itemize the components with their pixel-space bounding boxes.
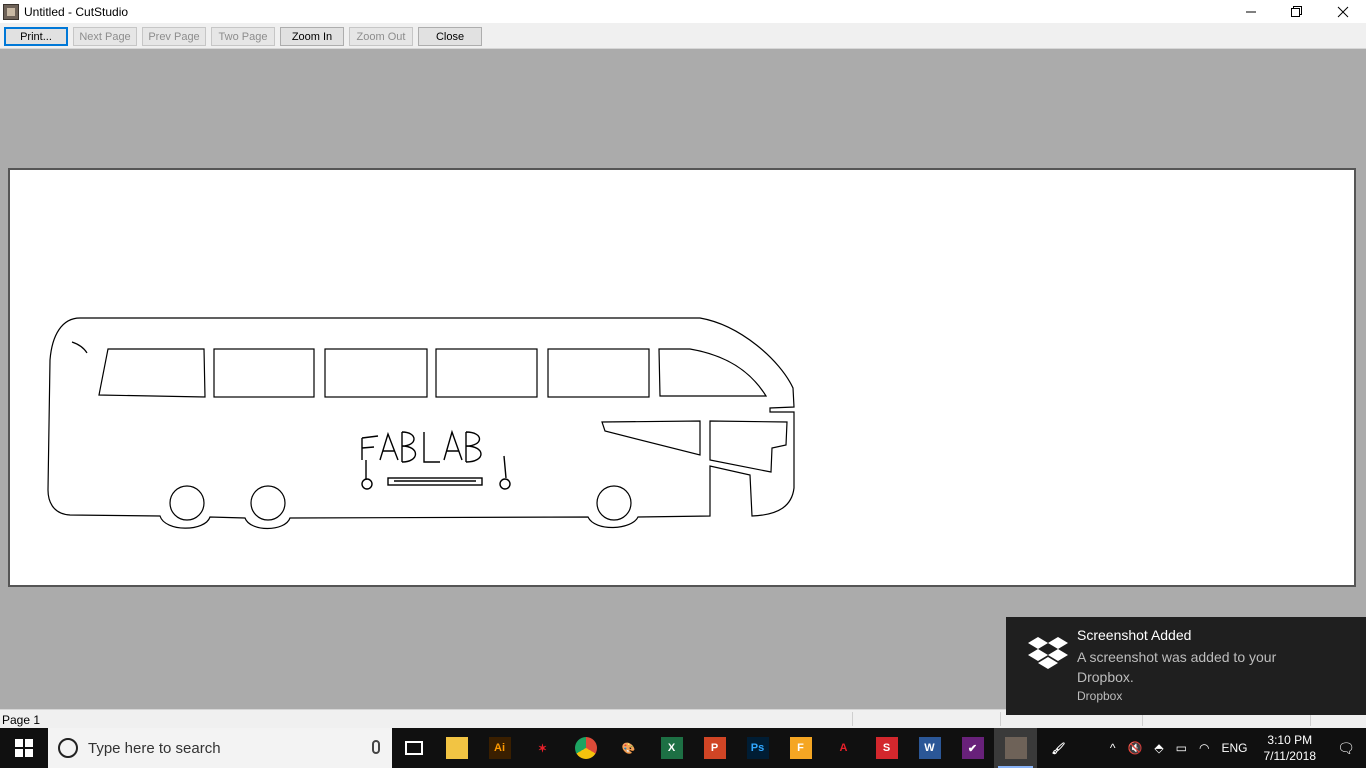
powerpoint-icon: P [703, 737, 726, 759]
paint-icon: 🎨 [617, 737, 640, 759]
window-controls [1228, 0, 1366, 23]
illustrator-icon: Ai [488, 737, 511, 759]
window-5 [547, 348, 650, 398]
window-6-front [658, 348, 768, 397]
visual-studio-taskbar-button[interactable]: ✔ [951, 728, 994, 768]
window-1 [98, 348, 206, 398]
chrome-taskbar-button[interactable] [564, 728, 607, 768]
search-placeholder: Type here to search [88, 739, 221, 757]
cutstudio-taskbar-button[interactable] [994, 728, 1037, 768]
clock[interactable]: 3:10 PM 7/11/2018 [1254, 732, 1327, 764]
wheel-3 [596, 485, 632, 521]
front-mirror-mark [71, 341, 88, 354]
cortana-icon [58, 738, 78, 758]
taskbar: Type here to search Ai ✶ 🎨 X P Ps F A S W ✔ 🖌 ^ 🔇 ⬘… [0, 728, 1366, 768]
powerpoint-taskbar-button[interactable]: P [693, 728, 736, 768]
page-indicator: Page 1 [2, 713, 41, 727]
zoom-out-button[interactable]: Zoom Out [349, 27, 413, 46]
fusion-taskbar-button[interactable]: F [779, 728, 822, 768]
restore-icon [1291, 5, 1302, 17]
chrome-icon [574, 737, 597, 759]
taskbar-apps: Ai ✶ 🎨 X P Ps F A S W ✔ 🖌 [392, 728, 1080, 768]
clock-time: 3:10 PM [1267, 733, 1313, 747]
start-button[interactable] [0, 728, 48, 768]
paint-taskbar-button[interactable]: 🎨 [607, 728, 650, 768]
file-explorer-icon [445, 737, 468, 759]
show-hidden-icons-chevron-icon[interactable]: ^ [1104, 741, 1122, 755]
excel-taskbar-button[interactable]: X [650, 728, 693, 768]
photoshop-taskbar-button[interactable]: Ps [736, 728, 779, 768]
word-taskbar-button[interactable]: W [908, 728, 951, 768]
windows-logo-icon [15, 739, 33, 757]
print-button[interactable]: Print... [4, 27, 68, 46]
microphone-icon[interactable] [372, 740, 380, 754]
sketchup-icon: S [875, 737, 898, 759]
prev-page-button[interactable]: Prev Page [142, 27, 206, 46]
print-preview-area[interactable] [0, 50, 1366, 709]
flame-app-icon: ✶ [531, 737, 554, 759]
fablab-logo [361, 429, 511, 490]
toast-title: Screenshot Added [1077, 627, 1192, 643]
status-separator [852, 712, 853, 726]
photoshop-icon: Ps [746, 737, 769, 759]
minimize-button[interactable] [1228, 0, 1274, 23]
language-indicator[interactable]: ENG [1215, 741, 1253, 755]
front-door-window [709, 420, 788, 473]
illustrator-taskbar-button[interactable]: Ai [478, 728, 521, 768]
file-explorer-taskbar-button[interactable] [435, 728, 478, 768]
visual-studio-icon: ✔ [961, 737, 984, 759]
clock-date: 7/11/2018 [1263, 749, 1317, 763]
bus-outline-drawing [47, 317, 795, 529]
dropbox-tray-icon[interactable]: ⬘ [1148, 741, 1169, 755]
sketchup-taskbar-button[interactable]: S [865, 728, 908, 768]
close-preview-button[interactable]: Close [418, 27, 482, 46]
flame-app-taskbar-button[interactable]: ✶ [521, 728, 564, 768]
restore-button[interactable] [1274, 0, 1320, 23]
battery-icon[interactable]: ▭ [1170, 741, 1193, 755]
two-page-button[interactable]: Two Page [211, 27, 275, 46]
preview-page [8, 168, 1356, 587]
acrobat-icon: A [832, 737, 855, 759]
task-view-icon [404, 741, 423, 755]
paint-brush-taskbar-button[interactable]: 🖌 [1037, 728, 1080, 768]
wheel-2 [250, 485, 286, 521]
side-window-angled [601, 420, 701, 456]
wifi-icon[interactable]: ◠ [1193, 741, 1215, 755]
toast-body: A screenshot was added to your Dropbox. [1077, 649, 1277, 685]
volume-icon[interactable]: 🔇 [1121, 741, 1148, 755]
paint-brush-icon: 🖌 [1047, 737, 1070, 759]
dropbox-notification-toast[interactable]: Screenshot Added A screenshot was added … [1006, 617, 1366, 715]
dropbox-icon [1028, 637, 1068, 669]
title-bar: Untitled - CutStudio [0, 0, 1366, 23]
wheel-1 [169, 485, 205, 521]
system-tray: ^ 🔇 ⬘ ▭ ◠ ENG 3:10 PM 7/11/2018 🗨 [1104, 728, 1366, 768]
close-icon [1337, 6, 1349, 17]
word-icon: W [918, 737, 941, 759]
close-window-button[interactable] [1320, 0, 1366, 23]
toolbar: Print... Next Page Prev Page Two Page Zo… [0, 23, 1366, 49]
taskbar-search[interactable]: Type here to search [48, 728, 392, 768]
window-3 [324, 348, 428, 398]
zoom-in-button[interactable]: Zoom In [280, 27, 344, 46]
window-2 [213, 348, 315, 398]
cutstudio-app-icon [3, 3, 19, 20]
acrobat-taskbar-button[interactable]: A [822, 728, 865, 768]
fusion-icon: F [789, 737, 812, 759]
status-separator [1000, 712, 1001, 726]
window-4 [435, 348, 538, 398]
action-center-icon[interactable]: 🗨 [1326, 740, 1366, 757]
task-view-taskbar-button[interactable] [392, 728, 435, 768]
window-title: Untitled - CutStudio [24, 4, 129, 19]
toast-source: Dropbox [1077, 689, 1123, 703]
minimize-icon [1246, 11, 1256, 12]
cutstudio-icon [1004, 737, 1027, 759]
next-page-button[interactable]: Next Page [73, 27, 137, 46]
excel-icon: X [660, 737, 683, 759]
